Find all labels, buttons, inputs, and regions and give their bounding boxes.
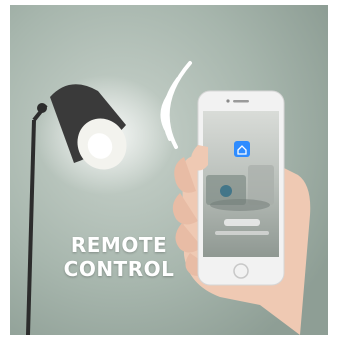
headline-line-2: CONTROL <box>63 257 175 281</box>
smartphone-icon <box>197 90 285 286</box>
product-photo: REMOTE CONTROL <box>10 5 328 335</box>
headline-line-1: REMOTE <box>70 233 168 257</box>
headline: REMOTE CONTROL <box>50 233 188 281</box>
